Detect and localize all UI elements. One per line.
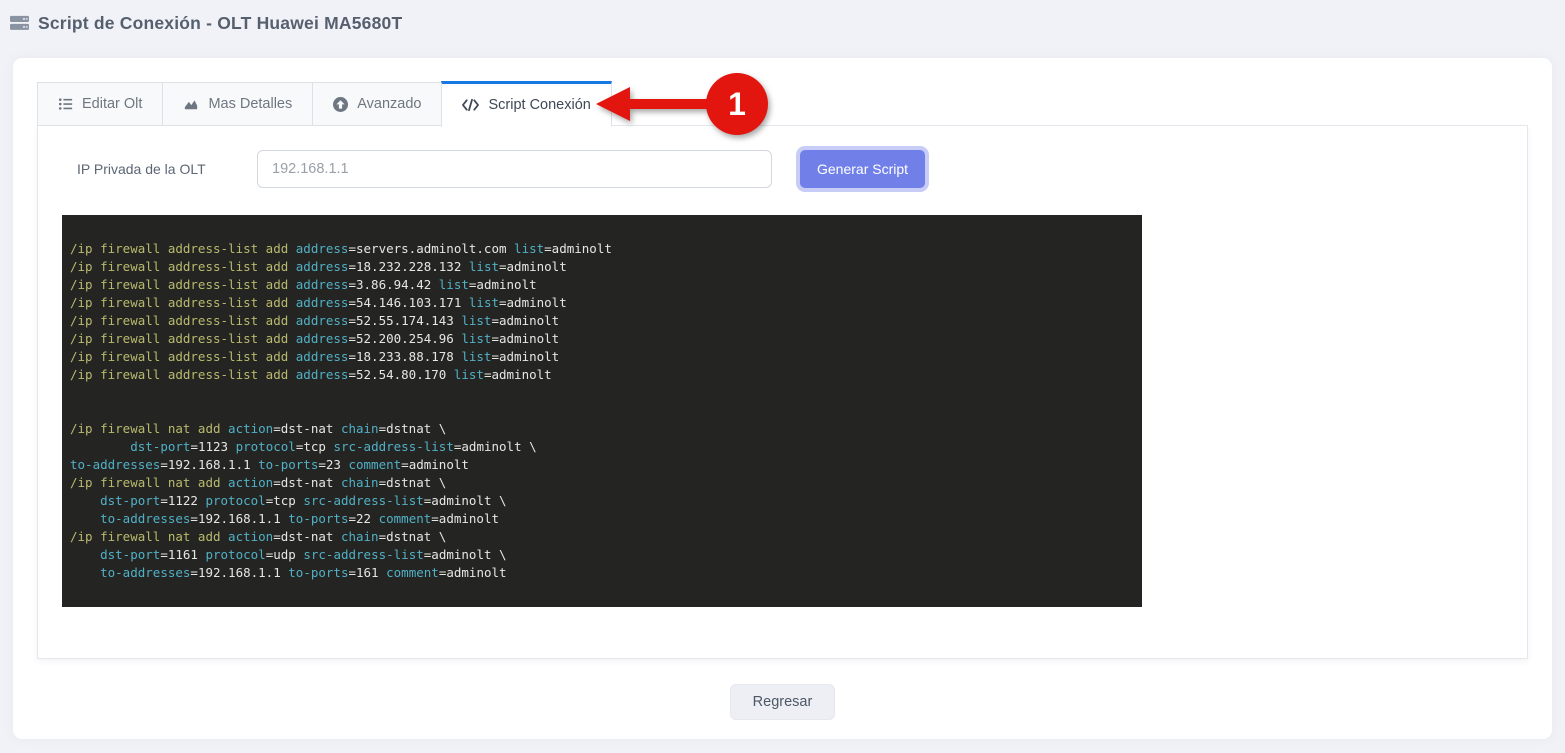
arrow-up-circle-icon — [333, 96, 349, 112]
ip-label: IP Privada de la OLT — [77, 161, 206, 177]
code-line: /ip firewall nat add action=dst-nat chai… — [70, 475, 447, 490]
tab-avanzado[interactable]: Avanzado — [312, 82, 443, 126]
code-line: /ip firewall address-list add address=3.… — [70, 277, 537, 292]
code-line: /ip firewall address-list add address=se… — [70, 241, 612, 256]
code-line: dst-port=1161 protocol=udp src-address-l… — [100, 547, 507, 562]
ip-input[interactable] — [257, 150, 772, 188]
tab-label: Script Conexión — [488, 97, 591, 113]
code-line: /ip firewall address-list add address=54… — [70, 295, 567, 310]
list-icon — [58, 97, 73, 111]
code-line: /ip firewall nat add action=dst-nat chai… — [70, 529, 447, 544]
generate-script-button[interactable]: Generar Script — [800, 150, 926, 188]
tab-label: Editar Olt — [82, 96, 143, 112]
tab-editar-olt[interactable]: Editar Olt — [37, 82, 164, 126]
server-icon — [10, 15, 29, 31]
chart-area-icon — [183, 97, 199, 111]
code-line: /ip firewall nat add action=dst-nat chai… — [70, 421, 447, 436]
code-line: /ip firewall address-list add address=52… — [70, 313, 560, 328]
code-line: to-addresses=192.168.1.1 to-ports=23 com… — [70, 457, 469, 472]
tab-bar: Editar Olt Mas Detalles Avanzado Script … — [37, 81, 1528, 127]
script-conexion-panel: IP Privada de la OLT Generar Script /ip … — [37, 125, 1528, 659]
ip-form-row: IP Privada de la OLT Generar Script — [62, 150, 1503, 188]
code-line: to-addresses=192.168.1.1 to-ports=161 co… — [100, 565, 507, 580]
code-line: /ip firewall address-list add address=52… — [70, 331, 560, 346]
back-button[interactable]: Regresar — [729, 684, 836, 720]
script-output: /ip firewall address-list add address=se… — [62, 215, 1142, 607]
olt-card: Editar Olt Mas Detalles Avanzado Script … — [12, 57, 1553, 740]
code-line: /ip firewall address-list add address=18… — [70, 349, 560, 364]
tab-mas-detalles[interactable]: Mas Detalles — [162, 82, 314, 126]
code-line: dst-port=1123 protocol=tcp src-address-l… — [130, 439, 537, 454]
code-line: /ip firewall address-list add address=52… — [70, 367, 552, 382]
code-line: to-addresses=192.168.1.1 to-ports=22 com… — [100, 511, 500, 526]
tab-label: Avanzado — [357, 96, 422, 112]
page-header: Script de Conexión - OLT Huawei MA5680T — [0, 0, 1565, 46]
page-title: Script de Conexión - OLT Huawei MA5680T — [38, 12, 403, 33]
code-line: /ip firewall address-list add address=18… — [70, 259, 567, 274]
card-footer: Regresar — [37, 684, 1528, 720]
tab-label: Mas Detalles — [208, 96, 293, 112]
code-icon — [462, 99, 480, 111]
tab-script-conexion[interactable]: Script Conexión — [441, 81, 612, 127]
code-line: dst-port=1122 protocol=tcp src-address-l… — [100, 493, 507, 508]
